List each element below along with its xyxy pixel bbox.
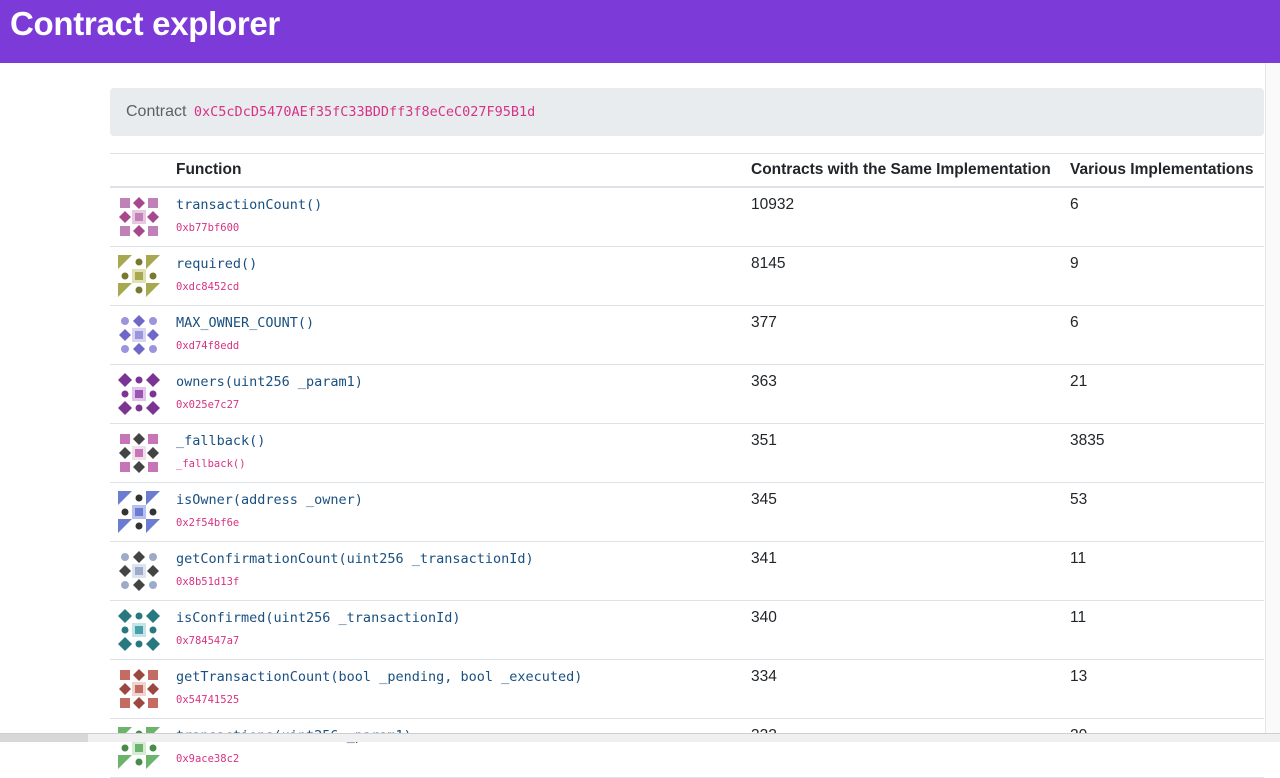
app-header: Contract explorer <box>0 0 1280 63</box>
function-selector: 0xd74f8edd <box>176 340 240 352</box>
identicon-pink-grid-icon <box>119 197 159 237</box>
same-implementation-count: 341 <box>751 550 777 567</box>
function-signature-link[interactable]: owners(uint256 _param1) <box>176 374 363 390</box>
same-implementation-count: 8145 <box>751 255 786 272</box>
function-signature-link[interactable]: _fallback() <box>176 433 265 449</box>
identicon-lavender-square-icon <box>119 315 159 355</box>
contract-address[interactable]: 0xC5cDcD5470AEf35fC33BDDff3f8eCeC027F95B… <box>194 104 535 120</box>
function-selector: 0x2f54bf6e <box>176 517 240 529</box>
identicon-mauve-ring-icon <box>119 433 159 473</box>
identicon-olive-star-icon <box>118 255 160 297</box>
function-selector: 0xdc8452cd <box>176 281 240 293</box>
function-signature-link[interactable]: required() <box>176 256 257 272</box>
function-selector: 0x54741525 <box>176 694 240 706</box>
various-implementations-count: 11 <box>1070 609 1087 626</box>
table-row[interactable]: transactionCount() 0xb77bf600 10932 6 <box>110 188 1264 247</box>
function-signature-link[interactable]: getTransactionCount(bool _pending, bool … <box>176 669 582 685</box>
table-row[interactable]: getConfirmationCount(uint256 _transactio… <box>110 542 1264 601</box>
function-signature-link[interactable]: isOwner(address _owner) <box>176 492 363 508</box>
various-implementations-count: 13 <box>1070 668 1088 685</box>
function-selector: _fallback() <box>176 458 246 470</box>
various-implementations-count: 6 <box>1070 314 1079 331</box>
function-selector: 0x784547a7 <box>176 635 240 647</box>
window-right-edge <box>1265 63 1280 741</box>
various-implementations-count: 3835 <box>1070 432 1105 449</box>
function-selector: 0x9ace38c2 <box>176 753 240 765</box>
identicon-blue-diamond-icon <box>118 491 160 533</box>
same-implementation-count: 10932 <box>751 196 795 213</box>
functions-table: Function Contracts with the Same Impleme… <box>110 153 1264 778</box>
table-row[interactable]: owners(uint256 _param1) 0x025e7c27 363 21 <box>110 365 1264 424</box>
same-implementation-count: 340 <box>751 609 777 626</box>
function-signature-link[interactable]: getConfirmationCount(uint256 _transactio… <box>176 551 534 567</box>
various-implementations-count: 9 <box>1070 255 1079 272</box>
table-row[interactable]: _fallback() _fallback() 351 3835 <box>110 424 1264 483</box>
table-header: Function Contracts with the Same Impleme… <box>110 154 1264 188</box>
identicon-teal-cross-icon <box>118 609 160 651</box>
same-implementation-count: 345 <box>751 491 777 508</box>
table-row[interactable]: isConfirmed(uint256 _transactionId) 0x784… <box>110 601 1264 660</box>
table-body: transactionCount() 0xb77bf600 10932 6 requir… <box>110 188 1264 778</box>
function-signature-link[interactable]: MAX_OWNER_COUNT() <box>176 315 314 331</box>
same-implementation-count: 351 <box>751 432 777 449</box>
various-implementations-count: 6 <box>1070 196 1079 213</box>
identicon-red-square-icon <box>119 669 159 709</box>
same-implementation-count: 363 <box>751 373 777 390</box>
identicon-gray-blue-icon <box>119 551 159 591</box>
column-header-function[interactable]: Function <box>176 161 241 179</box>
table-row[interactable]: transactions(uint256 _param1)0x9ace38c23… <box>110 719 1264 778</box>
various-implementations-count: 11 <box>1070 550 1087 567</box>
same-implementation-count: 377 <box>751 314 777 331</box>
function-signature-link[interactable]: isConfirmed(uint256 _transactionId) <box>176 610 460 626</box>
table-row[interactable]: isOwner(address _owner) 0x2f54bf6e 345 53 <box>110 483 1264 542</box>
column-header-various-implementations[interactable]: Various Implementations <box>1070 161 1253 179</box>
table-row[interactable]: MAX_OWNER_COUNT() 0xd74f8edd 377 6 <box>110 306 1264 365</box>
function-selector: 0xb77bf600 <box>176 222 240 234</box>
contract-info-box: Contract 0xC5cDcD5470AEf35fC33BDDff3f8eC… <box>110 88 1264 136</box>
same-implementation-count: 334 <box>751 668 777 685</box>
table-row[interactable]: getTransactionCount(bool _pending, bool … <box>110 660 1264 719</box>
function-selector: 0x8b51d13f <box>176 576 240 588</box>
function-selector: 0x025e7c27 <box>176 399 240 411</box>
identicon-purple-dots-icon <box>118 373 160 415</box>
function-signature-link[interactable]: transactionCount() <box>176 197 322 213</box>
column-header-same-implementation[interactable]: Contracts with the Same Implementation <box>751 161 1051 179</box>
table-row[interactable]: required() 0xdc8452cd 8145 9 <box>110 247 1264 306</box>
various-implementations-count: 53 <box>1070 491 1088 508</box>
contract-label: Contract <box>126 103 187 120</box>
various-implementations-count: 21 <box>1070 373 1088 390</box>
page-title: Contract explorer <box>10 5 280 42</box>
